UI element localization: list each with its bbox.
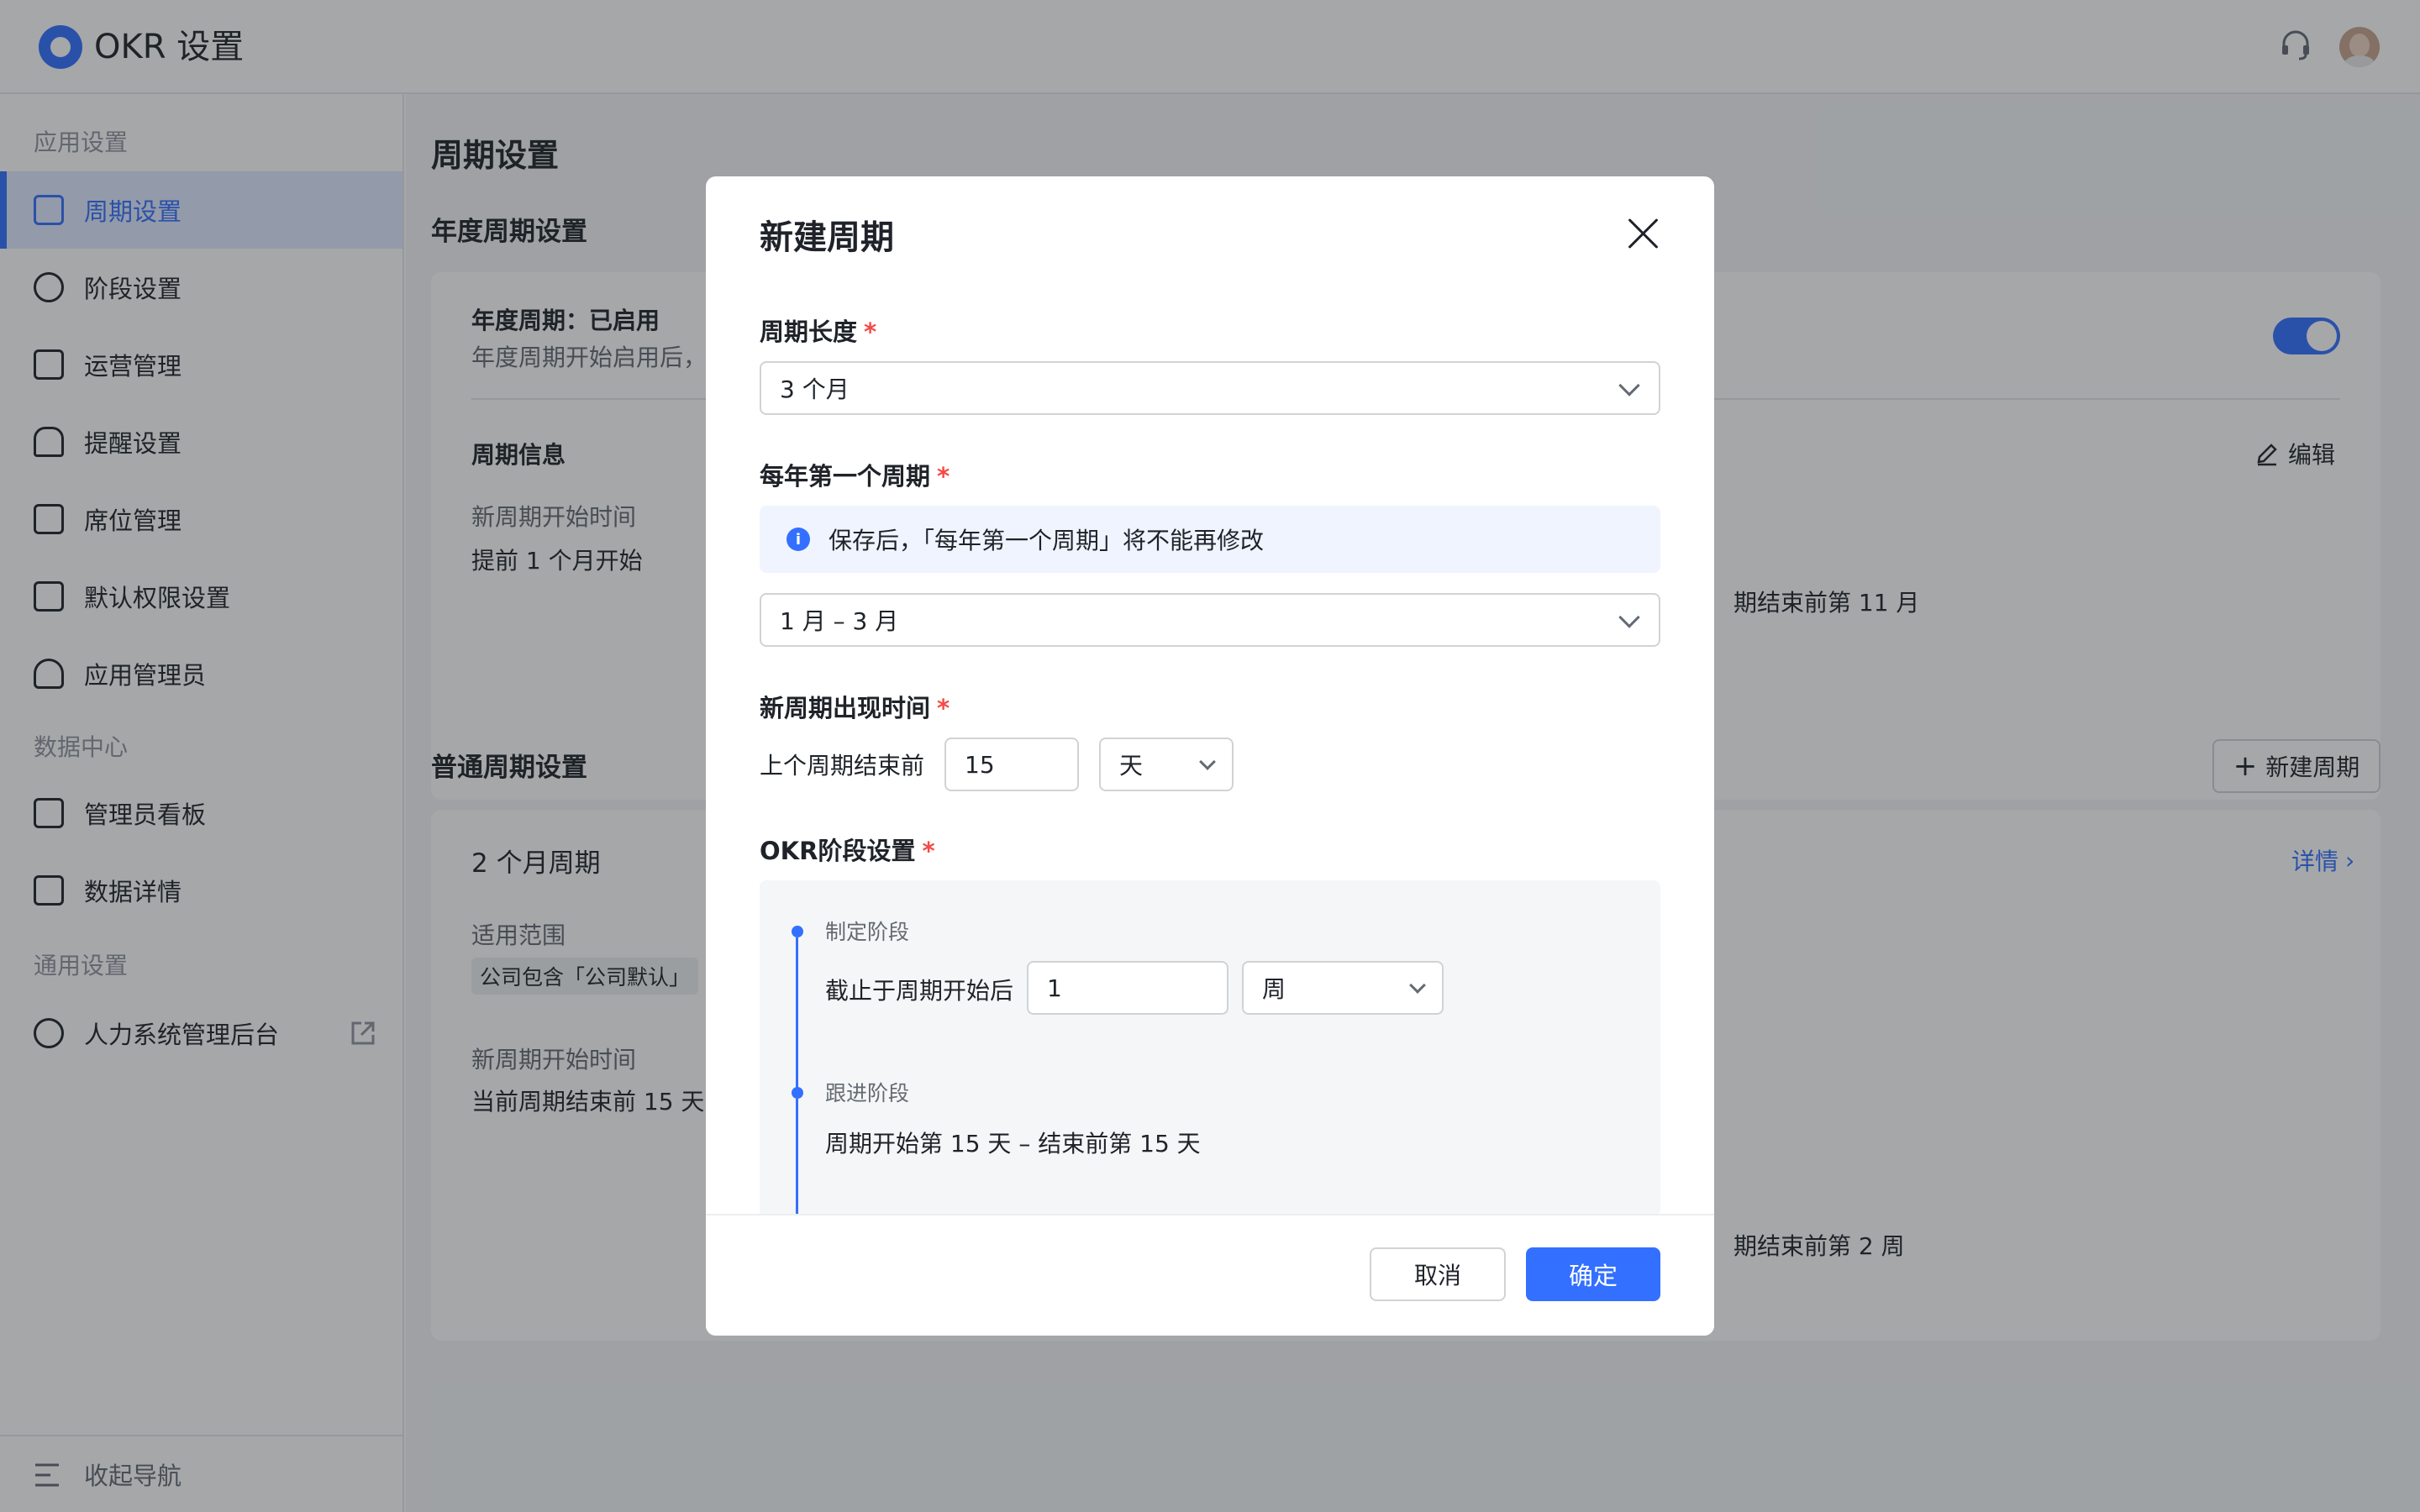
draft-stage-prefix: 截止于周期开始后 bbox=[825, 977, 1014, 1005]
chevron-down-icon bbox=[1199, 753, 1216, 770]
confirm-button[interactable]: 确定 bbox=[1526, 1247, 1660, 1301]
track-stage-value: 周期开始第 15 天 – 结束前第 15 天 bbox=[825, 1130, 1201, 1158]
appear-number-value: 15 bbox=[965, 750, 995, 779]
dialog-title: 新建周期 bbox=[760, 218, 894, 257]
timeline-line bbox=[796, 1099, 798, 1216]
stage-dot bbox=[792, 926, 803, 937]
first-cycle-info-banner: i 保存后，「每年第一个周期」将不能再修改 bbox=[760, 506, 1660, 573]
chevron-down-icon bbox=[1618, 375, 1640, 396]
required-mark: * bbox=[864, 318, 877, 346]
cancel-label: 取消 bbox=[1413, 1262, 1461, 1289]
chevron-down-icon bbox=[1409, 977, 1426, 994]
info-text: 保存后，「每年第一个周期」将不能再修改 bbox=[829, 527, 1265, 554]
required-mark: * bbox=[937, 462, 950, 491]
appear-time-label-text: 新周期出现时间 bbox=[760, 694, 931, 722]
cycle-length-label: 周期长度 * bbox=[760, 312, 876, 348]
appear-unit-select[interactable]: 天 bbox=[1099, 738, 1234, 791]
first-cycle-label-text: 每年第一个周期 bbox=[760, 462, 931, 491]
close-icon[interactable] bbox=[1627, 217, 1660, 250]
new-cycle-dialog: 新建周期 周期长度 * 3 个月 每年第一个周期 * i 保存后，「每年第一个周期」… bbox=[706, 176, 1714, 1336]
first-cycle-value: 1 月 – 3 月 bbox=[780, 607, 899, 635]
draft-number-value: 1 bbox=[1047, 974, 1062, 1002]
draft-unit-select[interactable]: 周 bbox=[1242, 961, 1444, 1015]
first-cycle-label: 每年第一个周期 * bbox=[760, 457, 950, 492]
required-mark: * bbox=[922, 837, 935, 865]
okr-stage-label: OKR阶段设置 * bbox=[760, 832, 935, 867]
dialog-footer: 取消 确定 bbox=[706, 1214, 1714, 1336]
stage-settings-box: 制定阶段 截止于周期开始后 1 周 跟进阶段 周期开始第 15 天 – 结束前第… bbox=[760, 880, 1660, 1216]
cancel-button[interactable]: 取消 bbox=[1370, 1247, 1506, 1301]
draft-unit-value: 周 bbox=[1262, 975, 1286, 1003]
first-cycle-select[interactable]: 1 月 – 3 月 bbox=[760, 593, 1660, 647]
cycle-length-select[interactable]: 3 个月 bbox=[760, 361, 1660, 415]
track-stage-name: 跟进阶段 bbox=[825, 1081, 910, 1105]
draft-stage-name: 制定阶段 bbox=[825, 920, 910, 944]
appear-number-input[interactable]: 15 bbox=[944, 738, 1079, 791]
confirm-label: 确定 bbox=[1568, 1262, 1618, 1290]
okr-stage-label-text: OKR阶段设置 bbox=[760, 837, 916, 865]
stage-dot bbox=[792, 1087, 803, 1099]
appear-time-label: 新周期出现时间 * bbox=[760, 689, 950, 724]
appear-prefix: 上个周期结束前 bbox=[760, 752, 925, 780]
cycle-length-value: 3 个月 bbox=[780, 375, 850, 403]
draft-number-input[interactable]: 1 bbox=[1027, 961, 1228, 1015]
appear-unit-value: 天 bbox=[1119, 752, 1144, 780]
chevron-down-icon bbox=[1618, 606, 1640, 628]
info-icon: i bbox=[786, 528, 810, 551]
cycle-length-label-text: 周期长度 bbox=[760, 318, 858, 346]
required-mark: * bbox=[937, 694, 950, 722]
timeline-line bbox=[796, 937, 798, 1094]
